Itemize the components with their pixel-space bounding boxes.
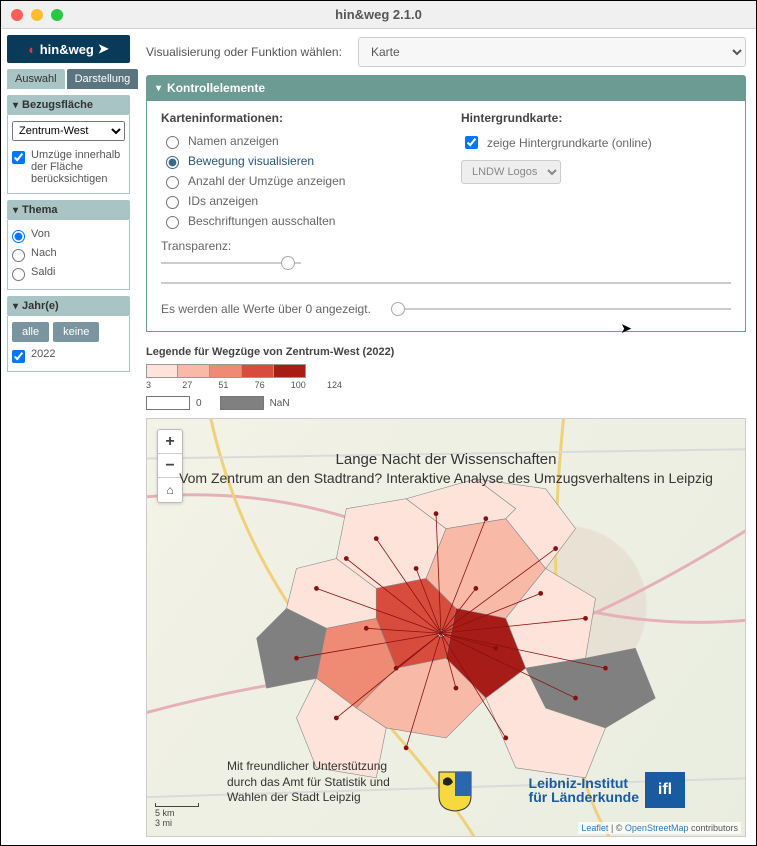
- view-select[interactable]: Karte: [358, 37, 746, 67]
- minimize-icon[interactable]: [31, 9, 43, 21]
- maximize-icon[interactable]: [51, 9, 63, 21]
- year-2022[interactable]: 2022: [12, 346, 125, 365]
- legend-title: Legende für Wegzüge von Zentrum-West (20…: [146, 346, 746, 358]
- opt-namen[interactable]: Namen anzeigen: [161, 131, 431, 151]
- innerhalb-checkbox[interactable]: [12, 151, 25, 164]
- hintergrund-checkbox-row[interactable]: zeige Hintergrundkarte (online): [461, 131, 731, 154]
- thema-von[interactable]: Von: [12, 226, 125, 245]
- chevron-down-icon: ▾: [156, 83, 161, 94]
- opt-anzahl[interactable]: Anzahl der Umzüge anzeigen: [161, 171, 431, 191]
- filter-slider[interactable]: [391, 301, 731, 317]
- section-thema-body: Von Nach Saldi: [7, 220, 130, 290]
- legend-ramp: [146, 364, 746, 378]
- leaflet-link[interactable]: Leaflet: [581, 823, 608, 833]
- section-bezugsflaeche-title: Bezugsfläche: [22, 99, 93, 111]
- panel-kontrollelemente-body: Karteninformationen: Namen anzeigen Bewe…: [146, 101, 746, 332]
- innerhalb-label: Umzüge innerhalb der Fläche berücksichti…: [31, 149, 125, 185]
- transparenz-slider[interactable]: [161, 255, 301, 271]
- zoom-in-button[interactable]: +: [158, 430, 182, 454]
- legend: Legende für Wegzüge von Zentrum-West (20…: [146, 346, 746, 410]
- thema-nach[interactable]: Nach: [12, 245, 125, 264]
- karteninfo-title: Karteninformationen:: [161, 111, 431, 125]
- karteninfo-col: Karteninformationen: Namen anzeigen Bewe…: [161, 111, 431, 271]
- section-jahre-body: alle keine 2022: [7, 316, 130, 372]
- chevron-down-icon: ▾: [13, 100, 18, 111]
- window-controls: [1, 9, 63, 21]
- osm-link[interactable]: OpenStreetMap: [625, 823, 689, 833]
- section-jahre-title: Jahr(e): [22, 300, 59, 312]
- opt-off[interactable]: Beschriftungen ausschalten: [161, 211, 431, 231]
- hintergrund-col: Hintergrundkarte: zeige Hintergrundkarte…: [461, 111, 731, 271]
- zoom-home-button[interactable]: ⌂: [158, 478, 182, 502]
- titlebar: hin&weg 2.1.0: [1, 1, 756, 29]
- zoom-controls: + − ⌂: [157, 429, 183, 503]
- tab-darstellung[interactable]: Darstellung: [67, 69, 139, 89]
- chevron-down-icon: ▾: [13, 301, 18, 312]
- chevron-down-icon: ▾: [13, 205, 18, 216]
- scalebar: 5 km 3 mi: [155, 803, 199, 828]
- legend-ticks: 3 27 51 76 100 124: [146, 380, 342, 390]
- chooser-label: Visualisierung oder Funktion wählen:: [146, 45, 346, 59]
- filter-text: Es werden alle Werte über 0 angezeigt.: [161, 302, 371, 316]
- transparenz-label: Transparenz:: [161, 239, 431, 253]
- close-icon[interactable]: [11, 9, 23, 21]
- main: Visualisierung oder Funktion wählen: Kar…: [136, 29, 756, 845]
- innerhalb-checkbox-row[interactable]: Umzüge innerhalb der Fläche berücksichti…: [12, 147, 125, 187]
- hintergrund-checkbox[interactable]: [465, 136, 478, 149]
- window-title: hin&weg 2.1.0: [1, 7, 756, 22]
- section-jahre-head[interactable]: ▾ Jahr(e): [7, 296, 130, 316]
- jahre-keine-button[interactable]: keine: [53, 322, 99, 342]
- map-attribution: Leaflet | © OpenStreetMap contributors: [578, 822, 741, 834]
- panel-kontrollelemente-head[interactable]: ▾ Kontrollelemente: [146, 75, 746, 101]
- section-bezugsflaeche-body: Zentrum-West Umzüge innerhalb der Fläche…: [7, 115, 130, 194]
- app-logo: ◐ hin&weg➤: [7, 35, 130, 63]
- divider-slider: [161, 275, 731, 291]
- arrow-icon: ➤: [98, 41, 109, 57]
- tab-auswahl[interactable]: Auswahl: [7, 69, 65, 89]
- section-thema-title: Thema: [22, 204, 57, 216]
- jahre-alle-button[interactable]: alle: [12, 322, 49, 342]
- legend-zero: 0: [146, 396, 202, 410]
- map[interactable]: + − ⌂ Lange Nacht der Wissenschaften Vom…: [146, 418, 746, 837]
- opt-bewegung[interactable]: Bewegung visualisieren: [161, 151, 431, 171]
- bezugsflaeche-select[interactable]: Zentrum-West: [12, 121, 125, 141]
- thema-saldi[interactable]: Saldi: [12, 264, 125, 283]
- hintergrund-title: Hintergrundkarte:: [461, 111, 731, 125]
- panel-title: Kontrollelemente: [167, 81, 265, 95]
- sidebar: ◐ hin&weg➤ Auswahl Darstellung ▾ Bezugsf…: [1, 29, 136, 845]
- section-thema-head[interactable]: ▾ Thema: [7, 200, 130, 220]
- opt-ids[interactable]: IDs anzeigen: [161, 191, 431, 211]
- zoom-out-button[interactable]: −: [158, 454, 182, 478]
- logo-text: hin&weg: [40, 42, 94, 57]
- section-bezugsflaeche-head[interactable]: ▾ Bezugsfläche: [7, 95, 130, 115]
- legend-nan: NaN: [220, 396, 290, 410]
- sidebar-tabs: Auswahl Darstellung: [7, 69, 130, 89]
- hintergrund-select[interactable]: LNDW Logos: [461, 160, 561, 184]
